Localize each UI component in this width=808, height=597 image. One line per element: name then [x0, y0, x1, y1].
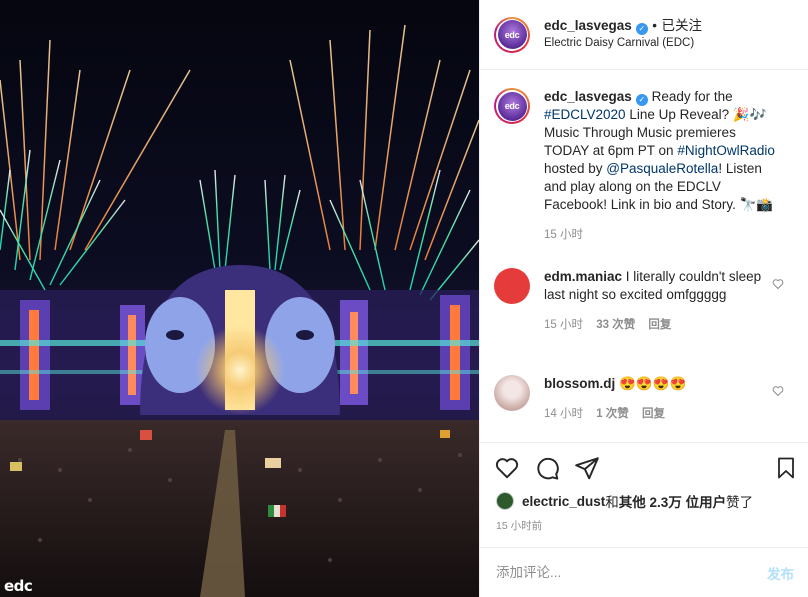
caption-text-3: hosted by	[544, 161, 607, 176]
caption-username[interactable]: edc_lasvegas	[544, 89, 632, 104]
comment-input[interactable]	[494, 564, 767, 581]
commenter-avatar[interactable]	[494, 375, 530, 411]
author-location-subtitle[interactable]: Electric Daisy Carnival (EDC)	[544, 35, 702, 52]
comment-like-count[interactable]: 33 次赞	[596, 319, 635, 331]
likes-summary: electric_dust 和 其他 2.3万 位用户 赞了	[496, 491, 753, 511]
mention-link[interactable]: @PasqualeRotella	[606, 161, 718, 176]
hashtag-link[interactable]: #EDCLV2020	[544, 107, 626, 122]
comment-timestamp[interactable]: 15 小时	[544, 319, 583, 331]
verified-badge-icon: ✓	[635, 23, 648, 35]
likes-liked-text: 赞了	[726, 495, 754, 510]
caption-author-avatar[interactable]: edc	[494, 88, 530, 124]
likes-and: 和	[605, 495, 619, 510]
post-view: edc edc edc_lasvegas ✓ • 已关注 Electric Dai…	[0, 0, 808, 597]
commenter-avatar[interactable]	[494, 268, 530, 304]
post-action-bar	[480, 442, 808, 495]
comment-meta: 15 小时 33 次赞 回复	[544, 316, 784, 334]
author-info: edc_lasvegas ✓ • 已关注 Electric Daisy Carni…	[544, 17, 702, 52]
comment-meta: 14 小时 1 次赞 回复	[544, 405, 784, 423]
edc-logo-icon: edc	[497, 20, 527, 49]
comment-timestamp[interactable]: 14 小时	[544, 408, 583, 420]
comment-like-count[interactable]: 1 次赞	[596, 408, 629, 420]
post-side-panel: edc edc_lasvegas ✓ • 已关注 Electric Daisy C…	[479, 0, 808, 597]
comment-item: edm.maniac I literally couldn't sleep la…	[494, 268, 794, 334]
comment-icon[interactable]	[534, 455, 560, 481]
comment-body: blossom.dj 😍😍😍😍 14 小时 1 次赞 回复	[544, 375, 784, 423]
following-button[interactable]: 已关注	[661, 18, 702, 33]
edc-logo-icon: edc	[497, 91, 527, 121]
reply-button[interactable]: 回复	[642, 408, 665, 420]
caption-timestamp[interactable]: 15 小时	[544, 229, 583, 241]
reply-button[interactable]: 回复	[648, 319, 671, 331]
bookmark-icon[interactable]	[774, 455, 798, 481]
author-avatar[interactable]: edc	[494, 16, 530, 53]
heart-icon[interactable]	[772, 278, 784, 290]
heart-icon[interactable]	[772, 385, 784, 397]
likes-count-link[interactable]: 其他 2.3万 位用户	[619, 491, 726, 511]
author-username[interactable]: edc_lasvegas	[544, 18, 632, 33]
heart-icon[interactable]	[494, 455, 520, 481]
add-comment-bar: 发布	[480, 547, 808, 597]
comment-item: blossom.dj 😍😍😍😍 14 小时 1 次赞 回复	[494, 375, 794, 423]
post-header: edc edc_lasvegas ✓ • 已关注 Electric Daisy C…	[480, 0, 808, 70]
liker-avatar[interactable]	[496, 492, 514, 510]
caption-meta: 15 小时	[544, 226, 784, 244]
header-separator-dot: •	[652, 18, 658, 33]
comments-feed[interactable]: edc edc_lasvegas ✓ Ready for the #EDCLV20…	[480, 70, 808, 440]
festival-stage-image	[0, 24, 479, 597]
post-caption: edc edc_lasvegas ✓ Ready for the #EDCLV20…	[494, 88, 794, 244]
comment-text: 😍😍😍😍	[615, 376, 687, 391]
post-photo[interactable]: edc	[0, 0, 479, 597]
caption-body: edc_lasvegas ✓ Ready for the #EDCLV2020 L…	[544, 88, 784, 244]
commenter-username[interactable]: edm.maniac	[544, 269, 622, 284]
share-icon[interactable]	[574, 455, 600, 481]
comment-body: edm.maniac I literally couldn't sleep la…	[544, 268, 784, 334]
commenter-username[interactable]: blossom.dj	[544, 376, 615, 391]
post-timestamp[interactable]: 15 小时前	[496, 518, 542, 533]
edc-watermark-logo: edc	[4, 577, 33, 595]
hashtag-link[interactable]: #NightOwlRadio	[677, 143, 775, 158]
caption-text-1: Ready for the	[647, 89, 733, 104]
post-comment-button[interactable]: 发布	[767, 563, 794, 583]
liker-username[interactable]: electric_dust	[522, 494, 605, 509]
verified-badge-icon: ✓	[635, 94, 648, 106]
